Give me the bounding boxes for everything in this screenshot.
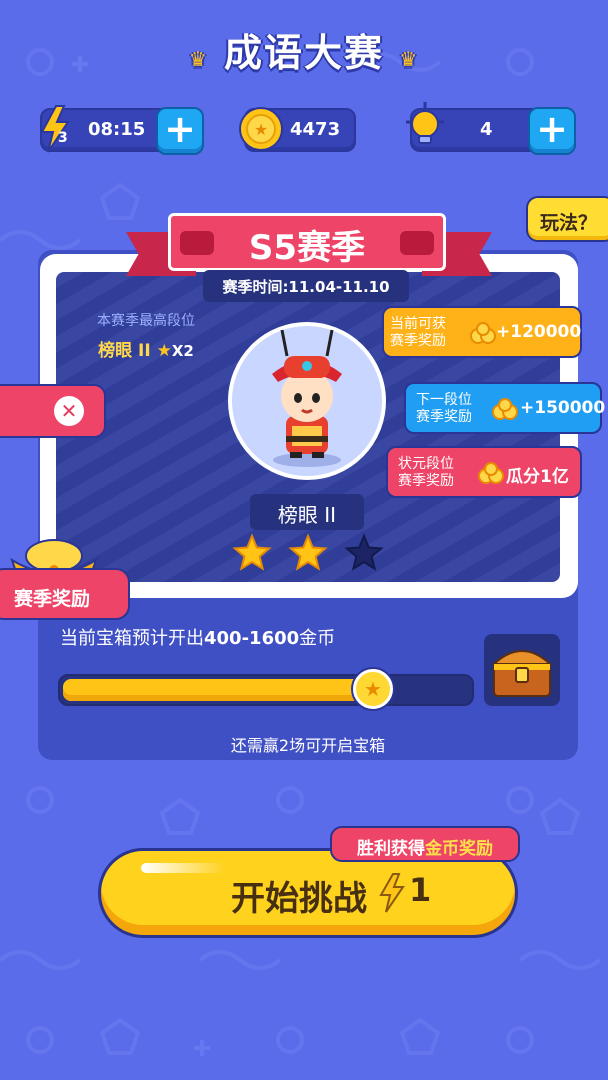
crown-icon: ♛ — [399, 47, 420, 71]
battle-record-button[interactable]: ✕ — [0, 384, 106, 438]
plus-icon: + — [536, 107, 568, 151]
start-challenge-label: 开始挑战 — [231, 879, 367, 919]
star-empty-icon — [344, 533, 384, 571]
win-reward-prefix: 胜利获得 — [357, 839, 425, 859]
energy-stat: 3 08:15 + — [40, 105, 204, 155]
season-time: 赛季时间:11.04-11.10 — [203, 270, 409, 302]
star-icon: ★ — [156, 341, 172, 361]
chest-progress-fill — [63, 679, 380, 701]
season-title: S5赛季 — [248, 228, 366, 268]
energy-count: 3 — [58, 130, 68, 146]
best-rank: 榜眼 II ★X2 — [66, 336, 226, 361]
coin-stack-icon — [492, 398, 518, 420]
add-hint-button[interactable]: + — [528, 107, 576, 155]
treasure-chest-icon — [491, 650, 553, 697]
treasure-chest-button[interactable] — [484, 634, 560, 706]
coin-icon: ★ — [239, 107, 283, 151]
energy-timer: 08:15 — [88, 119, 146, 140]
wins-needed-text: 还需赢2场可开启宝箱 — [230, 736, 386, 755]
best-rank-multiplier: X2 — [171, 342, 194, 360]
game-title-text: 成语大赛 — [223, 31, 384, 75]
star-filled-icon — [288, 533, 328, 571]
crossed-swords-icon: ✕ — [54, 396, 84, 426]
lightning-icon — [379, 873, 405, 913]
coin-stack-icon — [478, 462, 504, 484]
button-shine — [141, 863, 225, 873]
crown-icon: ♛ — [188, 47, 209, 71]
star-filled-icon — [232, 533, 272, 571]
coins-stat: ★ 4473 — [239, 107, 356, 152]
coin-stack-icon — [470, 322, 496, 344]
hints-stat: 4 + — [406, 102, 576, 155]
start-challenge-cost: 1 — [409, 871, 432, 909]
chest-estimate: 当前宝箱预计开出400-1600金币 — [60, 624, 335, 650]
ribbon-badge-left — [180, 231, 214, 255]
season-reward-label: 赛季奖励 — [14, 588, 91, 610]
win-reward-tag: 胜利获得金币奖励 — [330, 826, 520, 862]
rank-avatar-frame — [228, 322, 386, 480]
lightbulb-icon — [406, 102, 444, 144]
game-title: ♛ 成语大赛 ♛ — [0, 22, 608, 77]
hints-count: 4 — [480, 119, 493, 140]
svg-text:★: ★ — [254, 120, 268, 139]
next-reward-value: +150000 — [520, 398, 606, 418]
top-rank-reward-label: 状元段位 赛季奖励 — [398, 456, 454, 489]
win-reward-highlight: 金币奖励 — [425, 839, 493, 859]
current-rank: 榜眼 II — [250, 494, 364, 530]
coins-count: 4473 — [290, 119, 341, 140]
top-rank-reward-bubble: 状元段位 赛季奖励 瓜分1亿 — [386, 446, 582, 498]
chest-estimate-prefix: 当前宝箱预计开出 — [60, 628, 204, 649]
chest-estimate-range: 400-1600 — [204, 628, 300, 649]
scholar-avatar — [272, 329, 342, 467]
current-reward-value: +120000 — [496, 322, 582, 342]
chest-estimate-suffix: 金币 — [299, 628, 336, 649]
rank-stars — [232, 533, 384, 571]
next-reward-label: 下一段位 赛季奖励 — [416, 392, 472, 425]
best-rank-label: 本赛季最高段位 — [97, 313, 195, 329]
add-energy-button[interactable]: + — [156, 107, 204, 155]
lightning-icon — [40, 105, 70, 153]
best-rank-name: 榜眼 II — [98, 341, 151, 361]
next-reward-bubble: 下一段位 赛季奖励 +150000 — [404, 382, 606, 434]
current-reward-bubble: 当前可获 赛季奖励 +120000 — [382, 306, 582, 358]
top-rank-reward-value: 瓜分1亿 — [506, 467, 569, 487]
progress-knob-star-icon: ★ — [353, 669, 393, 709]
current-reward-label: 当前可获 赛季奖励 — [390, 316, 446, 349]
chest-progress-bar: ★ — [58, 669, 474, 709]
ribbon-badge-right — [400, 231, 434, 255]
how-to-play-button[interactable]: 玩法？ — [526, 196, 608, 242]
how-to-play-label: 玩法？ — [540, 212, 598, 234]
plus-icon: + — [164, 107, 196, 151]
season-reward-button[interactable]: 赛季奖励 — [0, 568, 130, 620]
